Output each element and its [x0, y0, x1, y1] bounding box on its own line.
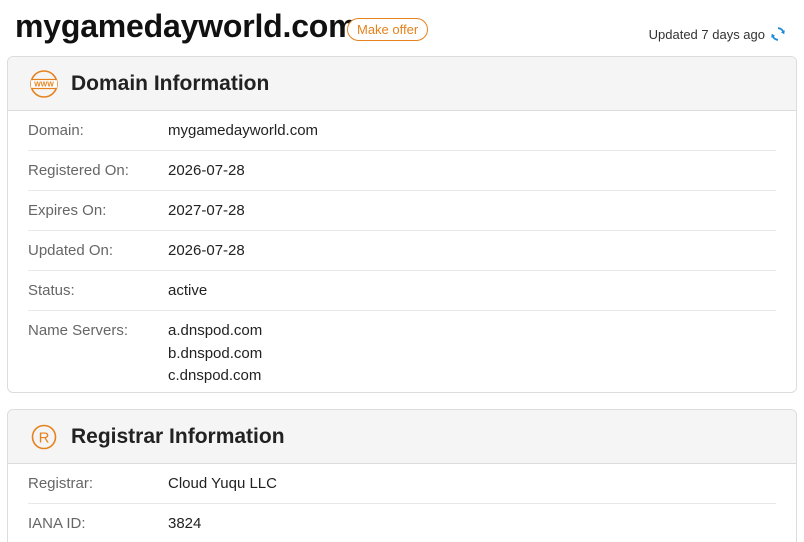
refresh-icon[interactable] [770, 26, 786, 42]
domain-information-card: WWW Domain Information Domain: mygameday… [7, 56, 797, 393]
registered-icon: R [29, 422, 59, 452]
www-icon: WWW [29, 69, 59, 99]
top-bar: mygamedayworld.com Make offer Updated 7 … [0, 0, 804, 56]
label-updated-on: Updated On: [28, 242, 114, 259]
row-updated-on: Updated On: 2026-07-28 [28, 231, 776, 271]
label-registered-on: Registered On: [28, 162, 129, 179]
value-updated-on: 2026-07-28 [168, 242, 245, 259]
label-name-servers: Name Servers: [28, 322, 129, 339]
row-expires-on: Expires On: 2027-07-28 [28, 191, 776, 231]
label-registrar: Registrar: [28, 475, 94, 492]
svg-text:R: R [39, 429, 50, 446]
updated-status: Updated 7 days ago [649, 26, 786, 42]
registrar-information-card: R Registrar Information Registrar: Cloud… [7, 409, 797, 542]
registrar-information-header: R Registrar Information [8, 410, 796, 464]
name-server-item: b.dnspod.com [168, 344, 263, 362]
value-expires-on: 2027-07-28 [168, 202, 245, 219]
domain-information-header: WWW Domain Information [8, 57, 796, 111]
row-name-servers: Name Servers: a.dnspod.com b.dnspod.com … [28, 311, 776, 392]
name-server-item: a.dnspod.com [168, 322, 263, 339]
make-offer-button[interactable]: Make offer [347, 18, 429, 41]
row-status: Status: active [28, 271, 776, 311]
domain-information-rows: Domain: mygamedayworld.com Registered On… [8, 111, 796, 392]
label-iana-id: IANA ID: [28, 515, 86, 532]
row-iana-id: IANA ID: 3824 [28, 504, 776, 542]
value-iana-id: 3824 [168, 515, 202, 532]
registrar-information-rows: Registrar: Cloud Yuqu LLC IANA ID: 3824 [8, 464, 796, 542]
svg-text:WWW: WWW [34, 81, 54, 88]
value-registered-on: 2026-07-28 [168, 162, 245, 179]
row-domain: Domain: mygamedayworld.com [28, 111, 776, 151]
label-status: Status: [28, 282, 75, 299]
label-domain: Domain: [28, 122, 84, 139]
name-server-item: c.dnspod.com [168, 367, 262, 384]
registrar-information-title: Registrar Information [71, 424, 285, 448]
value-registrar: Cloud Yuqu LLC [168, 475, 277, 492]
label-expires-on: Expires On: [28, 202, 107, 219]
row-registrar: Registrar: Cloud Yuqu LLC [28, 464, 776, 504]
domain-information-title: Domain Information [71, 71, 270, 95]
updated-text: Updated 7 days ago [648, 26, 765, 42]
name-server-list: a.dnspod.com b.dnspod.com c.dnspod.com [168, 320, 262, 388]
page-title: mygamedayworld.com [15, 8, 357, 44]
value-status: active [168, 282, 208, 299]
value-domain: mygamedayworld.com [168, 122, 319, 139]
row-registered-on: Registered On: 2026-07-28 [28, 151, 776, 191]
